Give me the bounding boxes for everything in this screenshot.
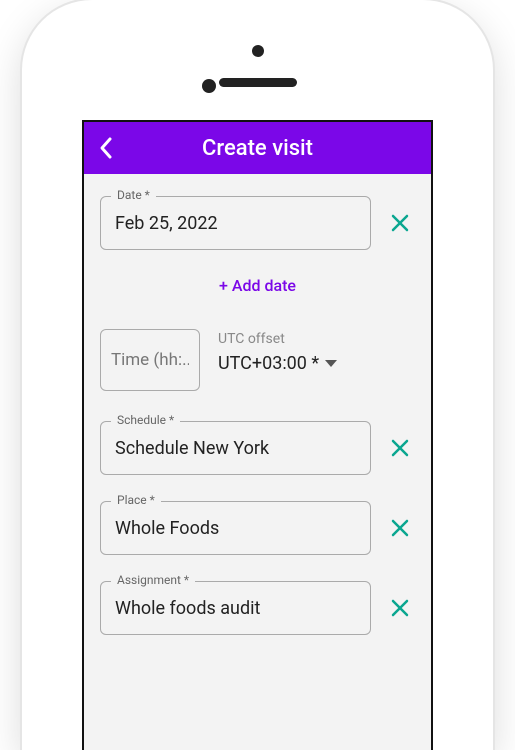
- assignment-field[interactable]: Assignment * Whole foods audit: [100, 581, 371, 635]
- utc-label: UTC offset: [218, 331, 415, 347]
- place-label: Place *: [111, 493, 161, 507]
- page-title: Create visit: [84, 136, 431, 161]
- date-value: Feb 25, 2022: [115, 213, 356, 234]
- speaker-grille: [219, 78, 297, 87]
- assignment-row: Assignment * Whole foods audit: [100, 581, 415, 635]
- schedule-field[interactable]: Schedule * Schedule New York: [100, 421, 371, 475]
- place-clear-button[interactable]: [385, 513, 415, 543]
- assignment-label: Assignment *: [111, 573, 195, 587]
- schedule-row: Schedule * Schedule New York: [100, 421, 415, 475]
- time-row: Time (hh:.. UTC offset UTC+03:00 *: [100, 329, 415, 391]
- form-content: Date * Feb 25, 2022 + Add date Time (hh:…: [84, 174, 431, 635]
- place-value: Whole Foods: [115, 518, 356, 539]
- utc-value: UTC+03:00 *: [218, 353, 319, 374]
- add-date-button[interactable]: + Add date: [100, 276, 415, 295]
- date-clear-button[interactable]: [385, 208, 415, 238]
- device-frame: Create visit Date * Feb 25, 2022 + Add d…: [0, 0, 515, 750]
- utc-dropdown[interactable]: UTC+03:00 *: [218, 353, 415, 374]
- screen: Create visit Date * Feb 25, 2022 + Add d…: [82, 120, 433, 750]
- back-button[interactable]: [84, 122, 128, 174]
- utc-block: UTC offset UTC+03:00 *: [218, 329, 415, 374]
- camera-dot: [252, 45, 264, 57]
- time-field[interactable]: Time (hh:..: [100, 329, 200, 391]
- date-field[interactable]: Date * Feb 25, 2022: [100, 196, 371, 250]
- chevron-left-icon: [98, 136, 114, 160]
- app-header: Create visit: [84, 122, 431, 174]
- proximity-sensor: [202, 79, 216, 93]
- assignment-value: Whole foods audit: [115, 598, 356, 619]
- phone-frame: Create visit Date * Feb 25, 2022 + Add d…: [22, 0, 493, 750]
- schedule-clear-button[interactable]: [385, 433, 415, 463]
- schedule-value: Schedule New York: [115, 438, 356, 459]
- phone-inner: Create visit Date * Feb 25, 2022 + Add d…: [34, 12, 481, 750]
- schedule-label: Schedule *: [111, 413, 180, 427]
- place-field[interactable]: Place * Whole Foods: [100, 501, 371, 555]
- close-icon: [389, 437, 411, 459]
- chevron-down-icon: [325, 360, 337, 367]
- time-placeholder: Time (hh:..: [111, 350, 189, 370]
- assignment-clear-button[interactable]: [385, 593, 415, 623]
- close-icon: [389, 212, 411, 234]
- close-icon: [389, 597, 411, 619]
- date-row: Date * Feb 25, 2022: [100, 196, 415, 250]
- date-label: Date *: [111, 188, 156, 202]
- close-icon: [389, 517, 411, 539]
- place-row: Place * Whole Foods: [100, 501, 415, 555]
